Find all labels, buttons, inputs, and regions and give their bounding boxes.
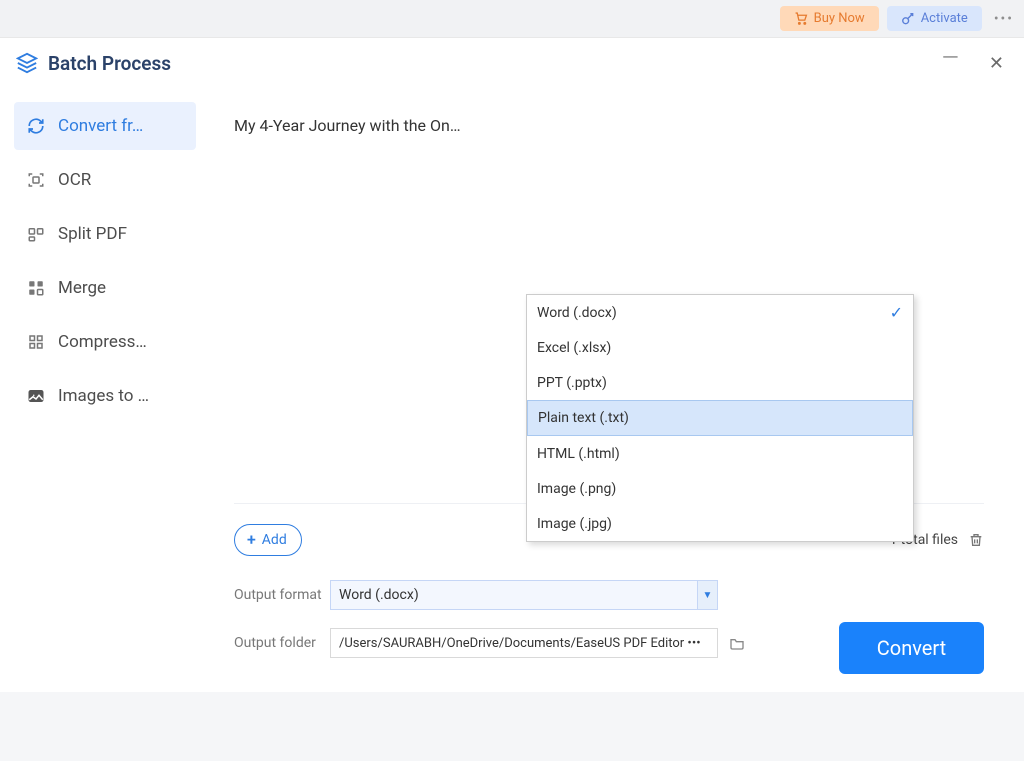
option-label: Excel (.xlsx) bbox=[537, 340, 611, 356]
merge-icon bbox=[26, 278, 46, 298]
add-label: Add bbox=[262, 532, 287, 548]
sidebar-item-images[interactable]: Images to … bbox=[14, 372, 196, 420]
activate-label: Activate bbox=[921, 11, 968, 26]
activate-button[interactable]: Activate bbox=[887, 6, 982, 31]
chevron-down-icon[interactable]: ▼ bbox=[697, 581, 717, 609]
sidebar-item-label: Convert fr… bbox=[58, 116, 143, 136]
option-label: PPT (.pptx) bbox=[537, 375, 607, 391]
option-label: HTML (.html) bbox=[537, 446, 620, 462]
main-panel: My 4-Year Journey with the On… + Add 1 t… bbox=[210, 92, 1008, 692]
dropdown-option-ppt[interactable]: PPT (.pptx) bbox=[527, 365, 913, 400]
trash-icon[interactable] bbox=[968, 532, 984, 548]
sidebar-item-label: Compress… bbox=[58, 332, 147, 352]
file-name: My 4-Year Journey with the On… bbox=[234, 116, 984, 135]
window-header: Batch Process — ✕ bbox=[0, 38, 1024, 88]
dropdown-option-excel[interactable]: Excel (.xlsx) bbox=[527, 330, 913, 365]
option-label: Image (.png) bbox=[537, 481, 616, 497]
convert-button[interactable]: Convert bbox=[839, 622, 984, 674]
top-bar: Buy Now Activate ••• bbox=[0, 0, 1024, 38]
output-format-label: Output format bbox=[234, 587, 330, 603]
dropdown-option-html[interactable]: HTML (.html) bbox=[527, 436, 913, 471]
stack-icon bbox=[16, 52, 38, 74]
plus-icon: + bbox=[247, 532, 256, 548]
close-icon[interactable]: ✕ bbox=[989, 53, 1004, 74]
dropdown-option-png[interactable]: Image (.png) bbox=[527, 471, 913, 506]
sidebar-item-label: Merge bbox=[58, 278, 106, 298]
more-icon[interactable]: ••• bbox=[994, 11, 1014, 27]
ocr-icon bbox=[26, 170, 46, 190]
sidebar-item-compress[interactable]: Compress… bbox=[14, 318, 196, 366]
window: Batch Process — ✕ Convert fr… OCR bbox=[0, 38, 1024, 692]
output-format-select[interactable]: Word (.docx) ▼ bbox=[330, 580, 718, 610]
format-dropdown: Word (.docx) ✓ Excel (.xlsx) PPT (.pptx)… bbox=[526, 294, 914, 542]
output-folder-label: Output folder bbox=[234, 635, 330, 651]
dropdown-option-txt[interactable]: Plain text (.txt) bbox=[527, 400, 913, 436]
output-folder-field[interactable]: /Users/SAURABH/OneDrive/Documents/EaseUS… bbox=[330, 628, 718, 658]
sidebar: Convert fr… OCR Split PDF Merge bbox=[0, 92, 210, 692]
option-label: Image (.jpg) bbox=[537, 516, 612, 532]
convert-icon bbox=[26, 116, 46, 136]
images-icon bbox=[26, 386, 46, 406]
sidebar-item-merge[interactable]: Merge bbox=[14, 264, 196, 312]
sidebar-item-ocr[interactable]: OCR bbox=[14, 156, 196, 204]
output-format-value: Word (.docx) bbox=[339, 587, 419, 603]
add-files-button[interactable]: + Add bbox=[234, 524, 302, 556]
dropdown-option-word[interactable]: Word (.docx) ✓ bbox=[527, 295, 913, 330]
buy-now-label: Buy Now bbox=[814, 11, 865, 26]
minimize-icon[interactable]: — bbox=[942, 46, 959, 71]
folder-icon[interactable] bbox=[728, 635, 746, 651]
option-label: Word (.docx) bbox=[537, 305, 617, 321]
cart-icon bbox=[794, 12, 808, 25]
option-label: Plain text (.txt) bbox=[538, 410, 629, 426]
window-title: Batch Process bbox=[48, 52, 171, 75]
buy-now-button[interactable]: Buy Now bbox=[780, 6, 879, 31]
split-icon bbox=[26, 224, 46, 244]
convert-label: Convert bbox=[877, 636, 946, 660]
sidebar-item-label: Images to … bbox=[58, 386, 149, 406]
sidebar-item-split[interactable]: Split PDF bbox=[14, 210, 196, 258]
sidebar-item-convert[interactable]: Convert fr… bbox=[14, 102, 196, 150]
output-folder-value: /Users/SAURABH/OneDrive/Documents/EaseUS… bbox=[339, 636, 709, 651]
key-icon bbox=[901, 12, 915, 26]
sidebar-item-label: OCR bbox=[58, 170, 91, 190]
sidebar-item-label: Split PDF bbox=[58, 224, 127, 244]
compress-icon bbox=[26, 332, 46, 352]
dropdown-option-jpg[interactable]: Image (.jpg) bbox=[527, 506, 913, 541]
check-icon: ✓ bbox=[890, 303, 903, 322]
